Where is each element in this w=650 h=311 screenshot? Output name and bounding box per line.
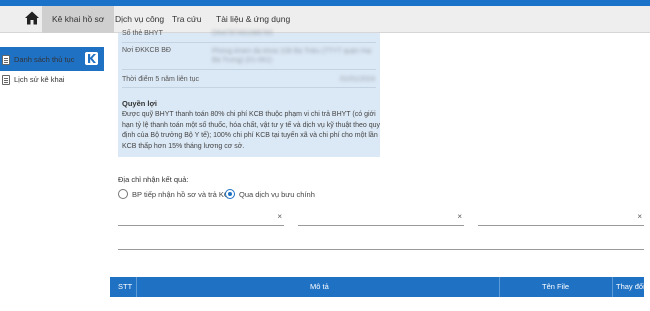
- sidebar-item-danh-sach-thu-tuc[interactable]: Danh sách thủ tục: [0, 52, 100, 70]
- benefit-title: Quyền lợi: [122, 99, 157, 108]
- address-section-title: Địa chỉ nhận kết quả:: [118, 175, 189, 184]
- column-divider: [136, 277, 137, 297]
- info-value: DN4797491088765: [212, 30, 273, 37]
- info-label: Thời điểm 5 năm liên tục: [122, 76, 199, 83]
- info-row-so-the: Số thẻ BHYT DN4797491088765: [122, 25, 376, 43]
- clear-icon[interactable]: ×: [457, 212, 462, 221]
- sidebar-item-label: Danh sách thủ tục: [14, 55, 75, 64]
- address-ward-select[interactable]: ×: [478, 212, 644, 226]
- clear-icon[interactable]: ×: [277, 212, 282, 221]
- radio-label: BP tiếp nhận hồ sơ và trả KQ: [132, 190, 230, 199]
- column-header-mo-ta: Mô tả: [310, 282, 329, 291]
- nav-tab-ke-khai-ho-so[interactable]: Kê khai hồ sơ: [42, 6, 115, 33]
- info-value: Phòng khám đa khoa 108 Bà Triệu (TTYT qu…: [212, 48, 372, 64]
- clear-icon[interactable]: ×: [637, 212, 642, 221]
- document-icon: [2, 75, 10, 85]
- insurance-info-panel: Số thẻ BHYT DN4797491088765 Nơi ĐKKCB BĐ…: [118, 30, 381, 157]
- attachments-table-header: STT Mô tả Tên File Thay đổi: [110, 277, 645, 297]
- info-label: Nơi ĐKKCB BĐ: [122, 47, 171, 54]
- sidebar: Danh sách thủ tục Lịch sử kê khai: [0, 33, 104, 311]
- address-district-select[interactable]: ×: [298, 212, 464, 226]
- radio-circle[interactable]: [225, 189, 235, 199]
- column-divider: [499, 277, 500, 297]
- radio-circle[interactable]: [118, 189, 128, 199]
- info-label: Số thẻ BHYT: [122, 30, 163, 37]
- radio-label: Qua dịch vụ bưu chính: [239, 190, 315, 199]
- info-value: 01/01/2024: [340, 76, 376, 83]
- column-header-stt: STT: [118, 282, 133, 291]
- document-icon: [2, 55, 10, 65]
- column-header-thay-doi: Thay đổi: [616, 282, 645, 291]
- address-detail-input[interactable]: [118, 236, 644, 250]
- column-header-ten-file: Tên File: [542, 282, 570, 291]
- info-row-noi-dkkcb: Nơi ĐKKCB BĐ Phòng khám đa khoa 108 Bà T…: [122, 43, 376, 70]
- column-divider: [612, 277, 613, 297]
- address-province-select[interactable]: ×: [118, 212, 284, 226]
- home-icon[interactable]: [24, 10, 40, 26]
- sidebar-item-label: Lịch sử kê khai: [14, 75, 65, 84]
- sidebar-item-lich-su-ke-khai[interactable]: Lịch sử kê khai: [0, 72, 100, 90]
- benefit-text: Được quỹ BHYT thanh toán 80% chi phí KCB…: [122, 111, 381, 150]
- info-row-thoi-diem: Thời điểm 5 năm liên tục 01/01/2024: [122, 70, 376, 88]
